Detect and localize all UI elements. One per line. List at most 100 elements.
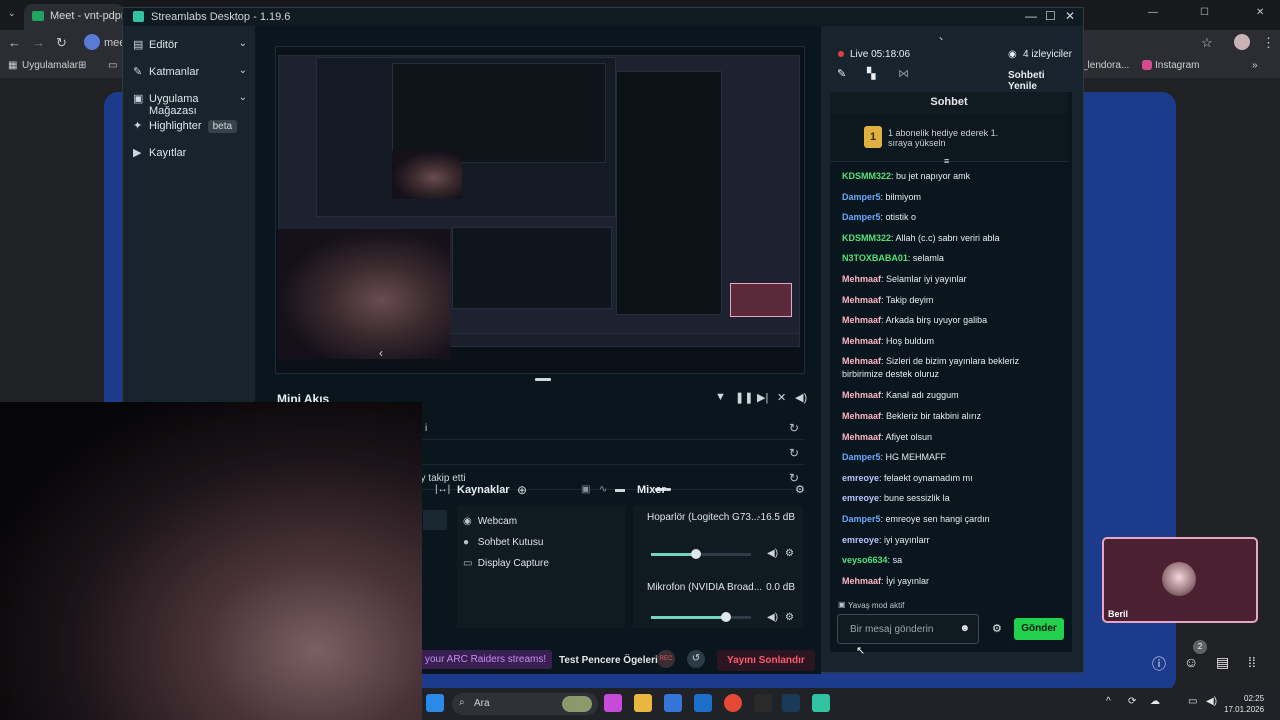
tray-cloud-icon[interactable]: ☁ — [1150, 696, 1160, 707]
volume-icon[interactable]: ◀) — [795, 391, 807, 404]
chat-username[interactable]: Damper5 — [842, 514, 881, 524]
chat-username[interactable]: Damper5 — [842, 452, 881, 462]
grid-icon[interactable]: ⊞ — [78, 60, 86, 71]
source-webcam[interactable]: ◉ Webcam — [463, 516, 517, 527]
taskbar-search[interactable]: ⌕ Ara — [452, 693, 598, 715]
maximize-icon[interactable]: ☐ — [1045, 9, 1056, 23]
speaker-mute-icon[interactable]: ◀) — [767, 548, 778, 559]
volume-slider-speaker[interactable] — [651, 549, 751, 559]
mixer-settings-icon[interactable]: ⚙ — [795, 483, 805, 496]
chat-username[interactable]: Mehmaaf — [842, 315, 881, 325]
reload-icon[interactable]: ↻ — [56, 35, 67, 51]
scene-selected[interactable] — [423, 510, 447, 530]
volume-knob[interactable] — [721, 612, 731, 622]
edit-stream-icon[interactable]: ✎ — [837, 67, 846, 80]
more-bookmarks-icon[interactable]: » — [1252, 60, 1258, 71]
volume-tray-icon[interactable]: ◀) — [1206, 696, 1217, 707]
chat-settings-icon[interactable]: ⚙ — [992, 622, 1002, 635]
chat-username[interactable]: Mehmaaf — [842, 336, 881, 346]
share-icon[interactable]: ⋈ — [898, 67, 909, 80]
folder-icon[interactable]: ▭ — [108, 60, 117, 71]
scene-transition-icon[interactable]: |↔| — [435, 484, 450, 495]
profile-avatar[interactable] — [1234, 34, 1250, 50]
chat-username[interactable]: N3TOXBABA01 — [842, 253, 908, 263]
source-display-capture[interactable]: ▭ Display Capture — [463, 558, 549, 569]
replay-icon[interactable]: ↻ — [789, 446, 799, 460]
chat-username[interactable]: Mehmaaf — [842, 432, 881, 442]
site-info-icon[interactable] — [84, 34, 100, 50]
people-icon[interactable]: ☺ — [1184, 654, 1198, 670]
minimize-icon[interactable]: — — [1025, 9, 1037, 23]
replay-buffer-icon[interactable]: ↺ — [687, 650, 705, 668]
chat-username[interactable]: Mehmaaf — [842, 390, 881, 400]
chrome-icon[interactable] — [724, 694, 742, 712]
mic-mute-icon[interactable]: ◀) — [767, 612, 778, 623]
group-icon[interactable]: ▣ — [581, 484, 590, 495]
replay-icon[interactable]: ↻ — [789, 421, 799, 435]
record-button[interactable]: REC — [657, 650, 675, 668]
send-button[interactable]: Gönder — [1014, 618, 1064, 640]
expand-icon[interactable]: ≡ — [944, 156, 949, 166]
back-icon[interactable]: ← — [8, 35, 21, 50]
mail-icon[interactable] — [694, 694, 712, 712]
chat-username[interactable]: KDSMM322 — [842, 233, 891, 243]
maximize-browser-icon[interactable]: ☐ — [1200, 7, 1209, 18]
activities-icon[interactable]: ⁞⁞ — [1248, 654, 1256, 670]
test-widgets-label[interactable]: Test Pencere Ögeleri — [559, 655, 658, 666]
minimize-browser-icon[interactable]: — — [1148, 7, 1158, 18]
source-chat-box[interactable]: ● Sohbet Kutusu — [463, 537, 543, 548]
chat-username[interactable]: Mehmaaf — [842, 274, 881, 284]
chat-username[interactable]: Mehmaaf — [842, 295, 881, 305]
end-stream-button[interactable]: Yayını Sonlandır — [717, 650, 815, 671]
refresh-chat-button[interactable]: Sohbeti Yenile — [1008, 70, 1072, 92]
chat-icon[interactable]: ▤ — [1216, 654, 1229, 671]
arc-raiders-promo-button[interactable]: your ARC Raiders streams! — [419, 650, 553, 669]
sidebar-item-editor[interactable]: ▤ Editör ⌄ — [131, 34, 249, 56]
streamlabs-taskbar-icon[interactable] — [812, 694, 830, 712]
collapse-left-icon[interactable]: ‹ — [379, 346, 383, 360]
filter-icon[interactable]: ▼ — [715, 391, 726, 403]
browser-tab-meet[interactable]: Meet - vnt-pdpn-co — [24, 4, 124, 30]
skip-icon[interactable]: ▶| — [757, 391, 768, 404]
file-explorer-icon[interactable] — [634, 694, 652, 712]
sidebar-item-layers[interactable]: ✎ Katmanlar ⌄ — [131, 61, 249, 83]
steam-icon[interactable] — [782, 694, 800, 712]
forward-icon[interactable]: → — [32, 35, 45, 50]
bookmark-instagram[interactable]: Instagram — [1155, 60, 1199, 71]
bookmark-lendora[interactable]: _lendora... — [1082, 60, 1129, 71]
sidebar-item-highlighter[interactable]: ✦ Highlighter beta — [131, 115, 249, 137]
tray-chevron-icon[interactable]: ^ — [1106, 696, 1111, 707]
close-icon[interactable]: ✕ — [1065, 9, 1075, 23]
pause-icon[interactable]: ❚❚ — [735, 391, 753, 404]
chat-username[interactable]: Mehmaaf — [842, 576, 881, 586]
emoji-icon[interactable]: ☻ — [959, 623, 970, 634]
chat-username[interactable]: emreoye — [842, 493, 879, 503]
chat-username[interactable]: emreoye — [842, 535, 879, 545]
chat-input[interactable]: Bir mesaj gönderin ☻ — [837, 614, 979, 644]
chat-username[interactable]: Damper5 — [842, 212, 881, 222]
copilot-icon[interactable] — [604, 694, 622, 712]
stream-preview[interactable] — [275, 46, 805, 374]
volume-slider-mic[interactable] — [651, 612, 751, 622]
taskbar-clock[interactable]: 02:25 17.01.2026 — [1224, 693, 1264, 715]
apps-icon[interactable]: ▦ — [8, 60, 17, 71]
epic-games-icon[interactable] — [754, 694, 772, 712]
chat-username[interactable]: emreoye — [842, 473, 879, 483]
browser-menu-icon[interactable]: ⋮ — [1262, 35, 1275, 51]
chat-username[interactable]: KDSMM322 — [842, 171, 891, 181]
mic-settings-icon[interactable]: ⚙ — [785, 612, 794, 623]
add-source-icon[interactable]: ⊕ — [517, 483, 527, 497]
close-browser-icon[interactable]: ✕ — [1256, 7, 1264, 18]
resize-handle[interactable] — [535, 378, 551, 381]
tray-app-icon[interactable]: ⟳ — [1128, 696, 1136, 707]
info-icon[interactable]: ⓘ — [1152, 654, 1166, 674]
chat-username[interactable]: Mehmaaf — [842, 411, 881, 421]
chat-username[interactable]: Damper5 — [842, 192, 881, 202]
store-app-icon[interactable] — [664, 694, 682, 712]
volume-knob[interactable] — [691, 549, 701, 559]
tab-list-icon[interactable]: ⌄ — [8, 8, 16, 19]
bookmark-star-icon[interactable]: ☆ — [1201, 35, 1213, 51]
mute-alerts-icon[interactable]: ✕ — [777, 391, 786, 404]
network-icon[interactable]: ▭ — [1188, 696, 1197, 707]
stream-info-icon[interactable]: ▚ — [867, 67, 875, 80]
